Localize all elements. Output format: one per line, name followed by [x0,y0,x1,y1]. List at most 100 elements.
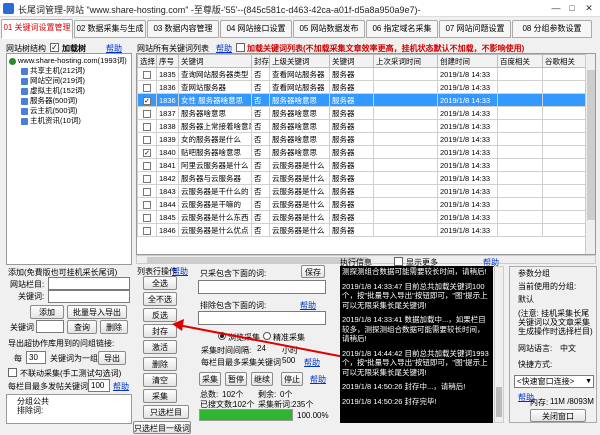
auto-load-checkbox[interactable] [236,43,245,52]
table-row[interactable]: 1843 云服务器是干什么的否云服务器是什么 服务器 2019/1/8 14:33 [137,184,588,198]
site-column-field[interactable] [48,277,130,290]
table-row[interactable]: 1836 查网站服务器否查看网站服务器 服务器 2019/1/8 14:33 [137,80,588,94]
col-header[interactable]: 关键词 [178,54,252,68]
table-row[interactable]: 1845 云服务器是什么东西否云服务器是什么 服务器 2019/1/8 14:33 [137,210,588,224]
row-select-checkbox[interactable] [143,213,151,222]
no-dynamic-checkbox[interactable] [8,368,17,377]
row-select-checkbox[interactable] [143,135,151,144]
stop-button[interactable]: 停止 [281,372,303,386]
row-select-checkbox[interactable] [143,122,151,131]
col-header[interactable]: 选择 [137,54,157,68]
tab-data-publish[interactable]: 05 网站数据发布 [293,20,365,38]
site-tree[interactable]: www.share-hosting.com(1993词) 共享主机(212词) … [6,53,132,265]
max-per-column-help[interactable]: 帮助 [113,381,129,392]
tree-node[interactable]: 共享主机(212词) [21,66,85,76]
row-select-checkbox[interactable] [143,187,151,196]
continue-button[interactable]: 继续 [251,372,273,386]
grid-hscroll-thumb[interactable] [147,257,367,263]
col-header[interactable]: 封存 [251,54,270,68]
tab-site-questions[interactable]: 07 网站问题设置 [439,20,511,38]
log-scroll-thumb[interactable] [496,387,502,417]
table-row[interactable]: 1842 服务器与云服务器否云服务器是什么 服务器 2019/1/8 14:33 [137,171,588,185]
batch-import-button[interactable]: 批量导入导出 [67,305,127,319]
tab-keyword-settings[interactable]: 01 关键词设置管理 [1,19,73,39]
pause-button[interactable]: 暂停 [225,372,247,386]
table-row[interactable]: 1841 阿里云服务器是什么否云服务器是什么 服务器 2019/1/8 14:33 [137,158,588,172]
add-button[interactable]: 添加 [30,305,64,319]
table-row[interactable]: ✓ 1836 女性 服务器啥意思否服务器啥意思 服务器 2019/1/8 14:33 [137,93,588,107]
row-checkbox[interactable] [137,106,157,120]
col-header[interactable]: 上级关键词 [269,54,330,68]
row-checkbox[interactable] [137,184,157,198]
row-select-checkbox[interactable]: ✓ [143,96,151,105]
shortcut-select[interactable]: <快速窗口连接> ▼ [514,375,594,388]
column-level1-button[interactable]: 只选栏目一级词 [133,421,191,434]
table-row[interactable]: 1839 女的服务器是什么否服务器啥意思 服务器 2019/1/8 14:33 [137,132,588,146]
grid-vscroll-thumb[interactable] [587,70,595,220]
row-select-checkbox[interactable] [143,174,151,183]
grid-vscrollbar[interactable] [585,54,595,254]
table-row[interactable]: ✓ 1840 贴吧服务器啥意思否服务器啥意思 服务器 2019/1/8 14:33 [137,145,588,159]
col-header[interactable]: 百度相关 [497,54,543,68]
col-header[interactable]: 上次采词时间 [373,54,438,68]
table-row[interactable]: 1837 服务器啥意思否服务器啥意思 服务器 2019/1/8 14:33 [137,106,588,120]
tab-interface-settings[interactable]: 04 网站接口设置 [220,20,292,38]
kw-query-field[interactable] [36,320,64,333]
table-row[interactable]: 1835 查询网站服务器类型否查看网站服务器 服务器 2019/1/8 14:33 [137,67,588,81]
row-select-checkbox[interactable] [143,70,151,79]
tree-node[interactable]: 主机资讯(10词) [21,116,81,126]
save-button[interactable]: 保存 [301,265,325,278]
keyword-field[interactable] [48,290,130,303]
group-exclude-box[interactable]: 分组公共 排除词: [6,394,132,424]
collect-button[interactable]: 采集 [143,389,177,403]
col-header[interactable]: 创建时间 [437,54,498,68]
minimize-button[interactable]: — [548,2,564,14]
col-header[interactable]: 谷歌相关 [542,54,588,68]
load-tree-checkbox[interactable]: ✓ [50,43,59,52]
close-window-button-bottom[interactable]: 关闭窗口 [530,409,586,422]
tab-group-params[interactable]: 08 分组参数设置 [512,20,592,38]
row-checkbox[interactable] [137,197,157,211]
row-checkbox[interactable] [137,80,157,94]
row-checkbox[interactable] [137,132,157,146]
row-select-checkbox[interactable]: ✓ [143,148,151,157]
row-select-checkbox[interactable] [143,226,151,235]
row-select-checkbox[interactable] [143,200,151,209]
row-checkbox[interactable] [137,223,157,237]
row-checkbox[interactable]: ✓ [137,145,157,159]
table-row[interactable]: 1846 云服务器是什么优点否云服务器是什么 服务器 2019/1/8 14:33 [137,223,588,237]
max-per-column-field[interactable]: 100 [88,379,110,392]
log-scrollbar[interactable] [494,266,504,423]
start-collect-button[interactable]: 采集 [199,372,221,386]
export-button[interactable]: 导出 [98,351,126,365]
tree-node[interactable]: 虚拟主机(152词) [21,86,85,96]
row-select-checkbox[interactable] [143,83,151,92]
row-checkbox[interactable] [137,67,157,81]
row-checkbox[interactable]: ✓ [137,93,157,107]
close-window-button[interactable]: ✕ [581,2,597,14]
row-select-checkbox[interactable] [143,161,151,170]
row-select-checkbox[interactable] [143,109,151,118]
col-header[interactable]: 关键词 [329,54,374,68]
delete-kw-button[interactable]: 删除 [100,320,128,334]
table-row[interactable]: 1844 云服务器是干嘛的否云服务器是什么 服务器 2019/1/8 14:33 [137,197,588,211]
clear-button[interactable]: 清空 [143,373,177,387]
select-all-button[interactable]: 全选 [143,276,177,290]
column-only-button[interactable]: 只选栏目 [143,405,189,419]
each-count-field[interactable]: 30 [26,351,46,364]
tree-node[interactable]: 服务器(500词) [21,96,78,106]
show-more-checkbox[interactable] [394,257,403,266]
row-checkbox[interactable] [137,210,157,224]
table-row[interactable]: 1838 服务器上常接着啥意思否服务器啥意思 服务器 2019/1/8 14:33 [137,119,588,133]
query-button[interactable]: 查询 [67,320,97,334]
tab-content-management[interactable]: 03 数据内容管理 [147,20,219,38]
collect-help[interactable]: 帮助 [310,374,326,385]
tree-node-root[interactable]: www.share-hosting.com(1993词) [9,56,127,66]
tree-node[interactable]: 云主机(500词) [21,106,78,116]
tab-data-collection[interactable]: 02 数据采集与生成 [74,20,146,38]
row-checkbox[interactable] [137,171,157,185]
row-checkbox[interactable] [137,119,157,133]
maximize-button[interactable]: □ [564,2,580,14]
tab-domain-collection[interactable]: 06 指定域名采集 [366,20,438,38]
tree-node[interactable]: 网站空间(219词) [21,76,85,86]
